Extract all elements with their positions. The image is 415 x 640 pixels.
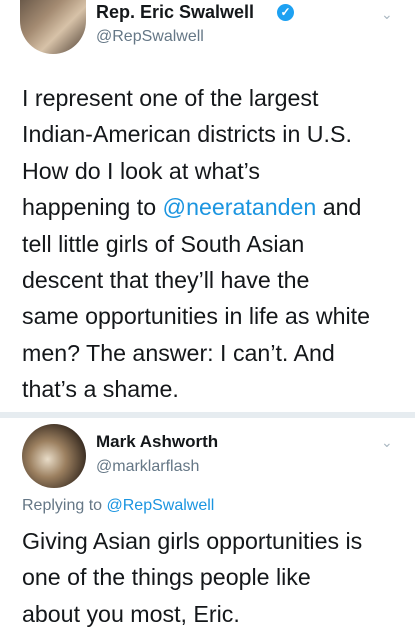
- tweet-text: Giving Asian girls opportunities is one …: [22, 523, 402, 632]
- author-name[interactable]: Rep. Eric Swalwell: [96, 2, 254, 23]
- tweet-text-line: about you most, Eric.: [22, 600, 240, 627]
- tweet-text-line: one of the things people like: [22, 564, 311, 591]
- mention-link[interactable]: @RepSwalwell: [107, 497, 215, 514]
- author-name[interactable]: Mark Ashworth: [96, 432, 218, 452]
- tweet-text-line: How do I look at what’s: [22, 157, 261, 184]
- tweet-text-fragment: happening to: [22, 194, 163, 221]
- author-handle[interactable]: @RepSwalwell: [96, 28, 204, 46]
- author-handle[interactable]: @marklarflash: [96, 458, 199, 476]
- tweet-text-line: that’s a shame.: [22, 376, 179, 403]
- chevron-down-icon[interactable]: ⌄: [381, 6, 393, 23]
- tweet-text: I represent one of the largest Indian-Am…: [22, 80, 402, 408]
- tweet-text-line: Indian-American districts in U.S.: [22, 121, 352, 148]
- replying-prefix: Replying to: [22, 497, 107, 514]
- tweet-text-line: happening to @neeratanden and: [22, 189, 402, 225]
- tweet-text-line: men? The answer: I can’t. And: [22, 339, 335, 366]
- tweet-original[interactable]: Rep. Eric Swalwell ✓ @RepSwalwell ⌄ I re…: [0, 0, 415, 412]
- tweet-text-fragment: and: [316, 194, 362, 221]
- mention-link[interactable]: @neeratanden: [163, 194, 317, 220]
- chevron-down-icon[interactable]: ⌄: [381, 434, 393, 451]
- tweet-text-line: tell little girls of South Asian: [22, 230, 305, 257]
- replying-to: Replying to @RepSwalwell: [22, 497, 214, 515]
- tweet-text-line: same opportunities in life as white: [22, 303, 370, 330]
- verified-badge-icon: ✓: [277, 4, 294, 21]
- tweet-text-line: I represent one of the largest: [22, 85, 319, 111]
- tweet-text-line: descent that they’ll have the: [22, 267, 310, 294]
- avatar[interactable]: [20, 0, 86, 54]
- tweet-text-line: Giving Asian girls opportunities is: [22, 528, 363, 554]
- avatar[interactable]: [22, 424, 86, 488]
